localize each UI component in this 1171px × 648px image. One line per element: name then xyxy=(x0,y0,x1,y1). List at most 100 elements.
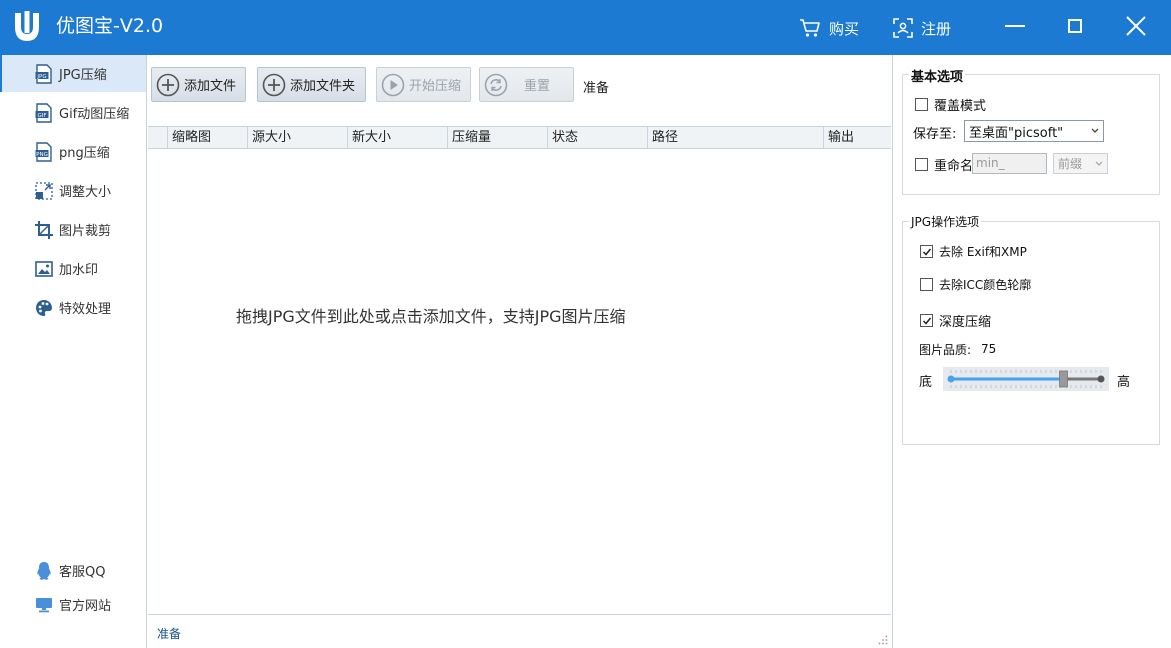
shopping-cart-icon xyxy=(800,19,820,37)
add-file-label: 添加文件 xyxy=(184,79,237,94)
remove-icc-label: 去除ICC颜色轮廓 xyxy=(939,278,1032,292)
quality-label: 图片品质: xyxy=(919,343,972,357)
quality-low-label: 底 xyxy=(919,375,933,390)
register-button[interactable]: 注册 xyxy=(893,16,951,40)
qq-penguin-icon xyxy=(37,561,51,580)
sidebar-item-label: 调整大小 xyxy=(59,185,112,200)
title-bar: 优图宝-V2.0 购买 注册 xyxy=(0,0,1171,55)
deep-compress-checkbox[interactable]: 深度压缩 xyxy=(920,311,991,330)
rename-checkbox[interactable]: 重命名 xyxy=(915,155,973,174)
column-thumbnail[interactable]: 缩略图 xyxy=(167,127,247,149)
plus-circle-icon xyxy=(156,73,180,96)
svg-text:GIF: GIF xyxy=(37,113,46,119)
rename-input[interactable]: min_ xyxy=(972,153,1047,174)
app-title: 优图宝-V2.0 xyxy=(56,15,164,37)
play-circle-icon xyxy=(381,73,405,96)
sidebar-item-resize[interactable]: 调整大小 xyxy=(0,172,146,209)
remove-icc-box[interactable] xyxy=(920,278,933,291)
overwrite-mode-box[interactable] xyxy=(915,98,928,111)
jpg-file-icon: JPG xyxy=(35,63,52,84)
crop-icon xyxy=(35,220,53,239)
svg-text:PNG: PNG xyxy=(36,152,48,158)
jpg-options-group: JPG操作选项 去除 Exif和XMP 去除ICC颜色轮廓 深度压缩 图片品质:… xyxy=(902,213,1160,445)
add-folder-label: 添加文件夹 xyxy=(290,79,356,94)
register-scan-icon xyxy=(893,18,913,38)
remove-exif-checkbox[interactable]: 去除 Exif和XMP xyxy=(920,243,1027,260)
register-label: 注册 xyxy=(921,19,952,38)
sidebar-item-label: 图片裁剪 xyxy=(59,224,112,239)
column-new-size[interactable]: 新大小 xyxy=(347,127,447,149)
quality-slider-graphic xyxy=(947,370,1105,388)
chevron-down-icon xyxy=(1095,161,1103,166)
file-table[interactable]: 缩略图 源大小 新大小 压缩量 状态 路径 输出 拖拽JPG文件到此处或点击添加… xyxy=(148,126,891,614)
resize-grip-icon[interactable] xyxy=(878,635,888,645)
palette-icon xyxy=(36,299,52,316)
start-compress-button[interactable]: 开始压缩 xyxy=(376,67,471,102)
chevron-down-icon xyxy=(1091,128,1099,133)
status-text: 准备 xyxy=(157,627,182,641)
toolbar-status: 准备 xyxy=(583,81,610,96)
table-header: 缩略图 源大小 新大小 压缩量 状态 路径 输出 xyxy=(148,126,891,149)
slider-thumb[interactable] xyxy=(1059,370,1068,388)
rename-label: 重命名 xyxy=(934,159,974,174)
sidebar-item-png-compress[interactable]: PNG png压缩 xyxy=(0,133,146,170)
buy-label: 购买 xyxy=(829,19,860,38)
jpg-options-title: JPG操作选项 xyxy=(909,213,982,230)
refresh-circle-icon xyxy=(484,73,508,96)
slider-start-cap xyxy=(947,375,955,383)
quality-high-label: 高 xyxy=(1117,375,1131,390)
basic-options-group: 基本选项 覆盖模式 保存至: 至桌面"picsoft" 重命名 min_ 前缀 xyxy=(902,66,1160,195)
column-source-size[interactable]: 源大小 xyxy=(247,127,347,149)
buy-button[interactable]: 购买 xyxy=(799,16,859,40)
remove-exif-box[interactable] xyxy=(920,245,933,258)
column-compression[interactable]: 压缩量 xyxy=(447,127,547,149)
sidebar-item-gif-compress[interactable]: GIF Gif动图压缩 xyxy=(0,94,146,131)
sidebar-item-label: Gif动图压缩 xyxy=(59,107,130,122)
sidebar-item-official-site[interactable]: 官方网站 xyxy=(0,586,146,623)
remove-exif-label: 去除 Exif和XMP xyxy=(939,245,1027,259)
basic-options-title: 基本选项 xyxy=(909,66,966,85)
save-to-select[interactable]: 至桌面"picsoft" xyxy=(964,120,1104,142)
maximize-icon xyxy=(1068,19,1082,33)
sidebar-item-support-qq[interactable]: 客服QQ xyxy=(0,552,146,589)
reset-button[interactable]: 重置 xyxy=(479,67,574,102)
sidebar-item-watermark[interactable]: 加水印 xyxy=(0,250,146,287)
close-button[interactable] xyxy=(1116,8,1156,44)
prefix-select[interactable]: 前缀 xyxy=(1053,153,1108,174)
gif-file-icon: GIF xyxy=(35,102,52,123)
resize-icon xyxy=(35,181,53,200)
quality-slider[interactable] xyxy=(943,367,1109,391)
toolbar: 添加文件 添加文件夹 开始压缩 重置 准备 xyxy=(148,55,891,126)
column-output[interactable]: 输出 xyxy=(823,127,891,149)
column-path[interactable]: 路径 xyxy=(647,127,823,149)
watermark-image-icon xyxy=(35,260,53,277)
sidebar-item-crop[interactable]: 图片裁剪 xyxy=(0,211,146,248)
maximize-button[interactable] xyxy=(1055,8,1095,44)
slider-end-cap xyxy=(1097,375,1105,383)
sidebar-item-label: 客服QQ xyxy=(59,565,106,580)
prefix-value: 前缀 xyxy=(1058,157,1083,171)
close-icon xyxy=(1126,16,1146,36)
deep-compress-label: 深度压缩 xyxy=(939,315,992,330)
remove-icc-checkbox[interactable]: 去除ICC颜色轮廓 xyxy=(920,276,1031,293)
status-bar: 准备 xyxy=(148,614,891,648)
options-panel: 基本选项 覆盖模式 保存至: 至桌面"picsoft" 重命名 min_ 前缀 … xyxy=(892,55,1171,648)
monitor-icon xyxy=(36,597,52,612)
overwrite-mode-checkbox[interactable]: 覆盖模式 xyxy=(915,95,986,114)
save-to-value: 至桌面"picsoft" xyxy=(969,125,1064,141)
save-to-label: 保存至: xyxy=(913,127,957,142)
sidebar-item-label: 官方网站 xyxy=(59,599,112,614)
sidebar-item-effects[interactable]: 特效处理 xyxy=(0,289,146,326)
rename-box[interactable] xyxy=(915,158,928,171)
sidebar-item-label: JPG压缩 xyxy=(59,68,107,83)
sidebar-item-label: png压缩 xyxy=(59,146,110,161)
sidebar-item-jpg-compress[interactable]: JPG JPG压缩 xyxy=(0,55,146,92)
deep-compress-box[interactable] xyxy=(920,314,933,327)
add-folder-button[interactable]: 添加文件夹 xyxy=(257,67,366,102)
start-compress-label: 开始压缩 xyxy=(409,79,462,94)
png-file-icon: PNG xyxy=(35,141,52,162)
add-file-button[interactable]: 添加文件 xyxy=(151,67,246,102)
column-status[interactable]: 状态 xyxy=(547,127,647,149)
minimize-button[interactable] xyxy=(995,8,1035,44)
sidebar-item-label: 加水印 xyxy=(59,263,99,278)
